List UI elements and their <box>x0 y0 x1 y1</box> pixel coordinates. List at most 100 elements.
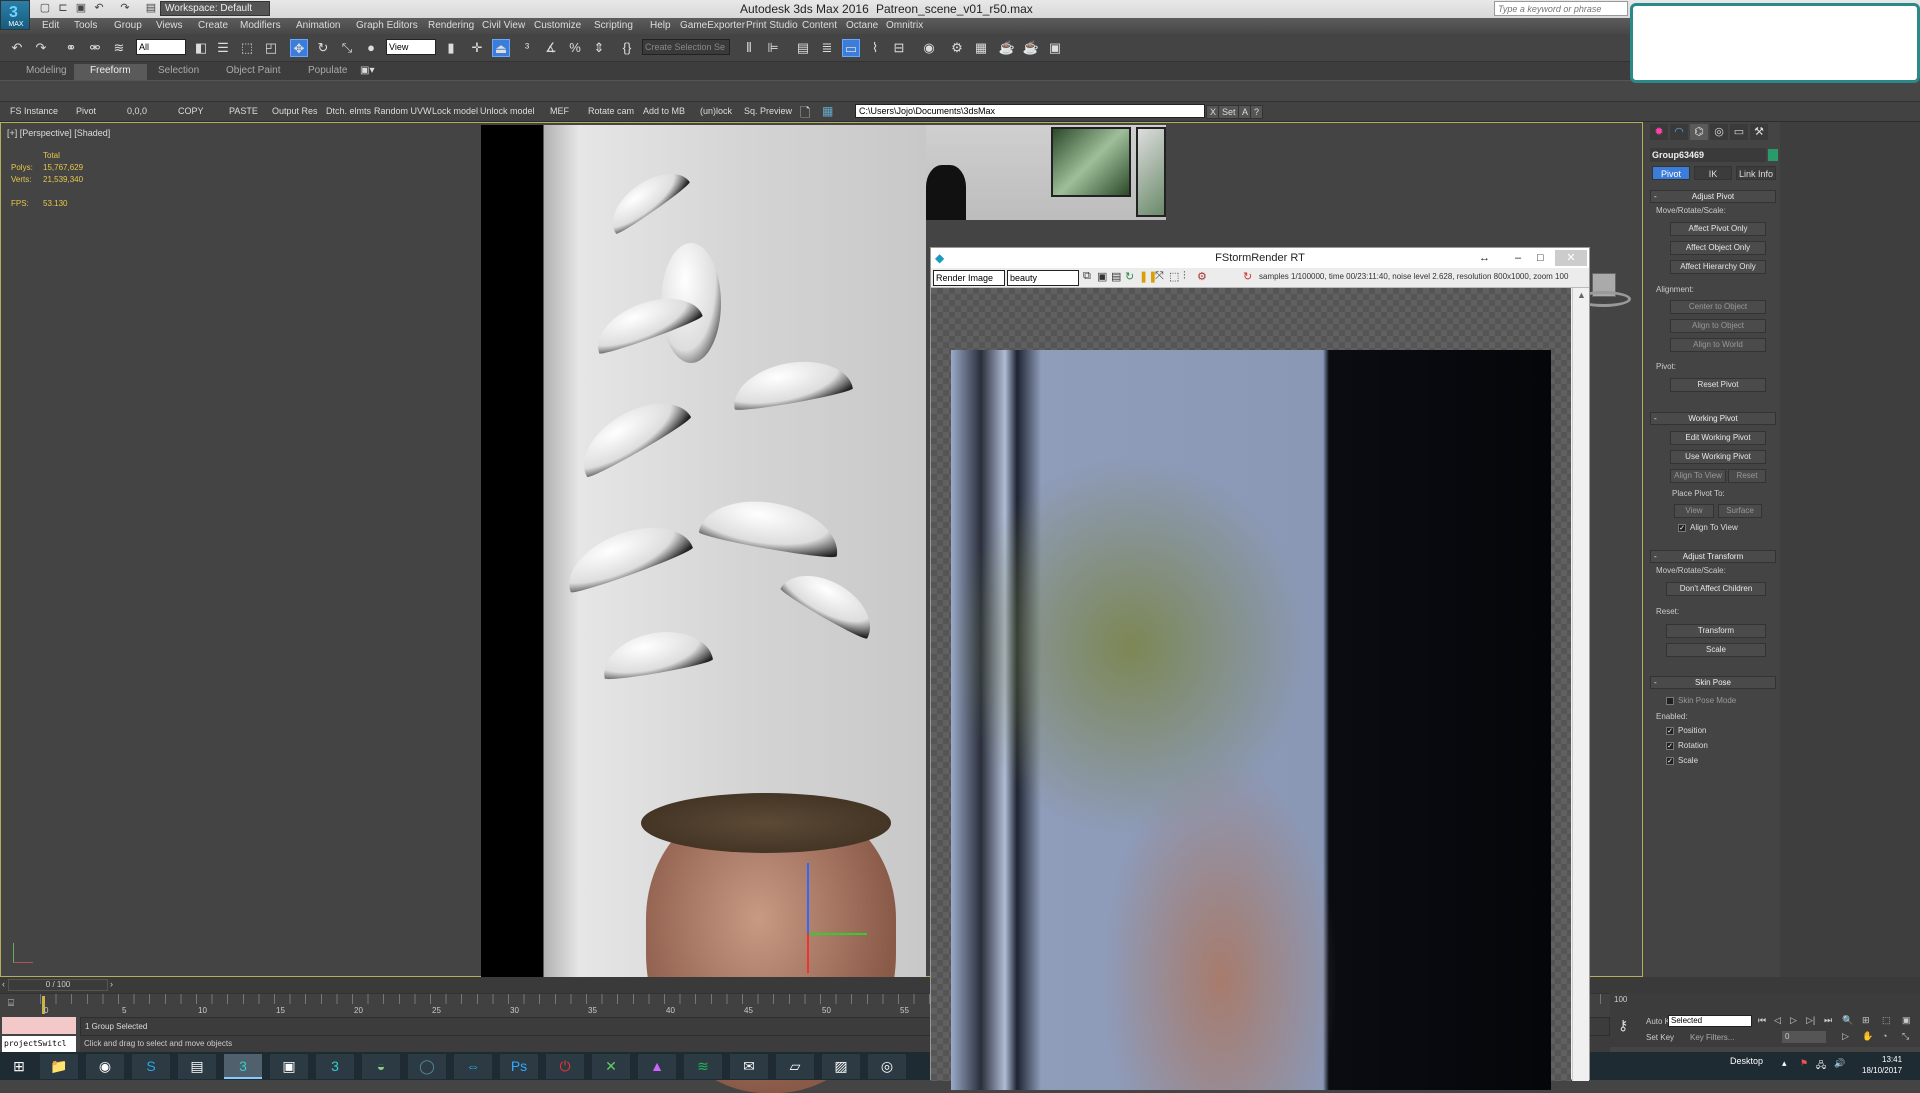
pan-icon[interactable]: ✋ <box>1862 1031 1873 1042</box>
menu-help[interactable]: Help <box>650 20 671 31</box>
affect-object-only-button[interactable]: Affect Object Only <box>1670 241 1766 255</box>
minimize-button[interactable]: – <box>1515 248 1521 268</box>
angle-snap-icon[interactable]: ∡ <box>542 39 560 57</box>
desktop-toolbar-label[interactable]: Desktop <box>1730 1056 1763 1066</box>
mef-button[interactable]: MEF <box>550 106 569 116</box>
material-editor-icon[interactable]: ◉ <box>920 39 938 57</box>
tray-expand-icon[interactable]: ▴ <box>1782 1058 1787 1069</box>
output-res-button[interactable]: Output Res <box>272 106 318 116</box>
keyboard-shortcut-toggle-icon[interactable]: ⏏ <box>492 39 510 57</box>
place-view-button[interactable]: View <box>1674 504 1714 518</box>
refresh-icon[interactable]: ↻ <box>1125 270 1134 283</box>
curve-editor-icon[interactable]: ⌇ <box>866 39 884 57</box>
edit-named-selection-icon[interactable]: {} <box>618 39 636 57</box>
window-crossing-icon[interactable]: ◰ <box>262 39 280 57</box>
previous-frame-icon[interactable]: ◁ <box>1774 1015 1781 1026</box>
menu-animation[interactable]: Animation <box>296 20 340 31</box>
go-to-start-icon[interactable]: ⏮ <box>1758 1015 1766 1026</box>
tab-modeling[interactable]: Modeling <box>10 64 83 80</box>
close-button[interactable]: ✕ <box>1555 250 1587 266</box>
pivot-center-icon[interactable]: ▮ <box>442 39 460 57</box>
menu-create[interactable]: Create <box>198 20 228 31</box>
percent-snap-icon[interactable]: % <box>566 39 584 57</box>
menu-omnitrix[interactable]: Omnitrix <box>886 20 923 31</box>
play-icon[interactable]: ▷ <box>1790 1015 1797 1026</box>
taskbar-app[interactable]: ◯ <box>408 1054 446 1079</box>
zoom-extents-all-icon[interactable]: ▣ <box>1902 1015 1911 1026</box>
zoom-all-icon[interactable]: ⊞ <box>1862 1015 1870 1026</box>
rollout-skin-pose[interactable]: - Skin Pose <box>1650 676 1776 689</box>
key-filters-button[interactable]: Key Filters... <box>1690 1033 1734 1042</box>
undo-icon[interactable]: ↶ <box>8 39 26 57</box>
gizmo-z-axis[interactable] <box>807 933 809 973</box>
render-production-icon[interactable]: ☕ <box>998 39 1016 57</box>
menu-customize[interactable]: Customize <box>534 20 581 31</box>
tab-populate[interactable]: Populate <box>292 64 363 80</box>
field-of-view-icon[interactable]: ▷ <box>1842 1031 1849 1042</box>
rotation-checkbox[interactable]: ✓ Rotation <box>1666 741 1708 750</box>
menu-views[interactable]: Views <box>156 20 183 31</box>
taskbar-mail[interactable]: ✉ <box>730 1054 768 1079</box>
unlock-model-button[interactable]: Unlock model <box>480 106 535 116</box>
menu-scripting[interactable]: Scripting <box>594 20 633 31</box>
path-help-button[interactable]: ? <box>1250 105 1264 119</box>
utilities-tab-icon[interactable]: ⚒ <box>1750 124 1768 140</box>
taskbar-affinity[interactable]: ▲ <box>638 1054 676 1079</box>
time-prev-icon[interactable]: ‹ <box>2 979 5 989</box>
render-setup-icon[interactable]: ⚙ <box>948 39 966 57</box>
taskbar-teamviewer[interactable]: ⇔ <box>454 1054 492 1079</box>
redo-icon[interactable]: ↷ <box>32 39 50 57</box>
scale-checkbox[interactable]: ✓ Scale <box>1666 756 1698 765</box>
maxscript-listener-input[interactable]: projectSwitcl <box>2 1036 76 1052</box>
named-selection-dropdown[interactable]: Create Selection Se <box>642 39 730 55</box>
reference-coord-dropdown[interactable]: View <box>386 39 436 55</box>
reset-transform-button[interactable]: Transform <box>1666 624 1766 638</box>
menu-modifiers[interactable]: Modifiers <box>240 20 281 31</box>
reset-scale-button[interactable]: Scale <box>1666 643 1766 657</box>
skin-pose-mode-checkbox[interactable]: Skin Pose Mode <box>1666 696 1736 705</box>
place-surface-button[interactable]: Surface <box>1718 504 1762 518</box>
align-to-world-button[interactable]: Align to World <box>1670 338 1766 352</box>
fs-instance-button[interactable]: FS Instance <box>10 106 58 116</box>
affect-hierarchy-only-button[interactable]: Affect Hierarchy Only <box>1670 260 1766 274</box>
maximize-viewport-icon[interactable]: ⤡ <box>1902 1031 1909 1042</box>
paste-button[interactable]: PASTE <box>229 106 258 116</box>
unlock-toggle-button[interactable]: (un)lock <box>700 106 732 116</box>
edit-working-pivot-button[interactable]: Edit Working Pivot <box>1670 431 1766 445</box>
ribbon-toggle-icon[interactable]: ▭ <box>842 39 860 57</box>
current-frame-field[interactable]: 0 <box>1782 1031 1826 1043</box>
track-bar-toggle-icon[interactable]: ⌸ <box>8 998 14 1009</box>
pivot-button[interactable]: Pivot <box>76 106 96 116</box>
taskbar-chrome[interactable]: ◉ <box>86 1054 124 1079</box>
taskbar-app[interactable]: ◒ <box>362 1054 400 1079</box>
volume-icon[interactable]: 🔊 <box>1834 1058 1845 1069</box>
taskbar-3dsmax-alt[interactable]: 3 <box>316 1054 354 1079</box>
settings-icon[interactable]: ⚙ <box>1197 270 1207 283</box>
path-set-button[interactable]: Set <box>1218 105 1240 119</box>
create-tab-icon[interactable]: ✹ <box>1650 124 1668 140</box>
select-scale-icon[interactable]: ⤡ <box>338 39 356 57</box>
menu-octane[interactable]: Octane <box>846 20 878 31</box>
rendered-frame-window-icon[interactable]: ▦ <box>972 39 990 57</box>
rollout-working-pivot[interactable]: - Working Pivot <box>1650 412 1776 425</box>
align-to-view-checkbox[interactable]: ✓ Align To View <box>1678 523 1738 532</box>
search-input[interactable] <box>1494 1 1628 16</box>
gizmo-y-axis[interactable] <box>807 863 809 943</box>
menu-group[interactable]: Group <box>114 20 142 31</box>
channel-dropdown[interactable]: Render Image <box>933 270 1005 286</box>
orbit-icon[interactable]: ◔ <box>1882 1031 1887 1041</box>
position-checkbox[interactable]: ✓ Position <box>1666 726 1706 735</box>
rotate-cam-button[interactable]: Rotate cam <box>588 106 634 116</box>
menu-edit[interactable]: Edit <box>42 20 59 31</box>
save-icon[interactable]: ▣ <box>74 2 88 15</box>
select-rotate-icon[interactable]: ↻ <box>314 39 332 57</box>
taskbar-file-explorer[interactable]: 📁 <box>40 1054 78 1079</box>
add-to-mb-button[interactable]: Add to MB <box>643 106 685 116</box>
project-folder-icon[interactable]: ▦ <box>822 104 833 118</box>
go-to-end-icon[interactable]: ⏭ <box>1824 1015 1832 1026</box>
menu-civil-view[interactable]: Civil View <box>482 20 525 31</box>
system-clock[interactable]: 13:41 18/10/2017 <box>1862 1054 1902 1076</box>
align-to-object-button[interactable]: Align to Object <box>1670 319 1766 333</box>
taskbar-photoshop[interactable]: Ps <box>500 1054 538 1079</box>
tab-selection[interactable]: Selection <box>142 64 215 80</box>
